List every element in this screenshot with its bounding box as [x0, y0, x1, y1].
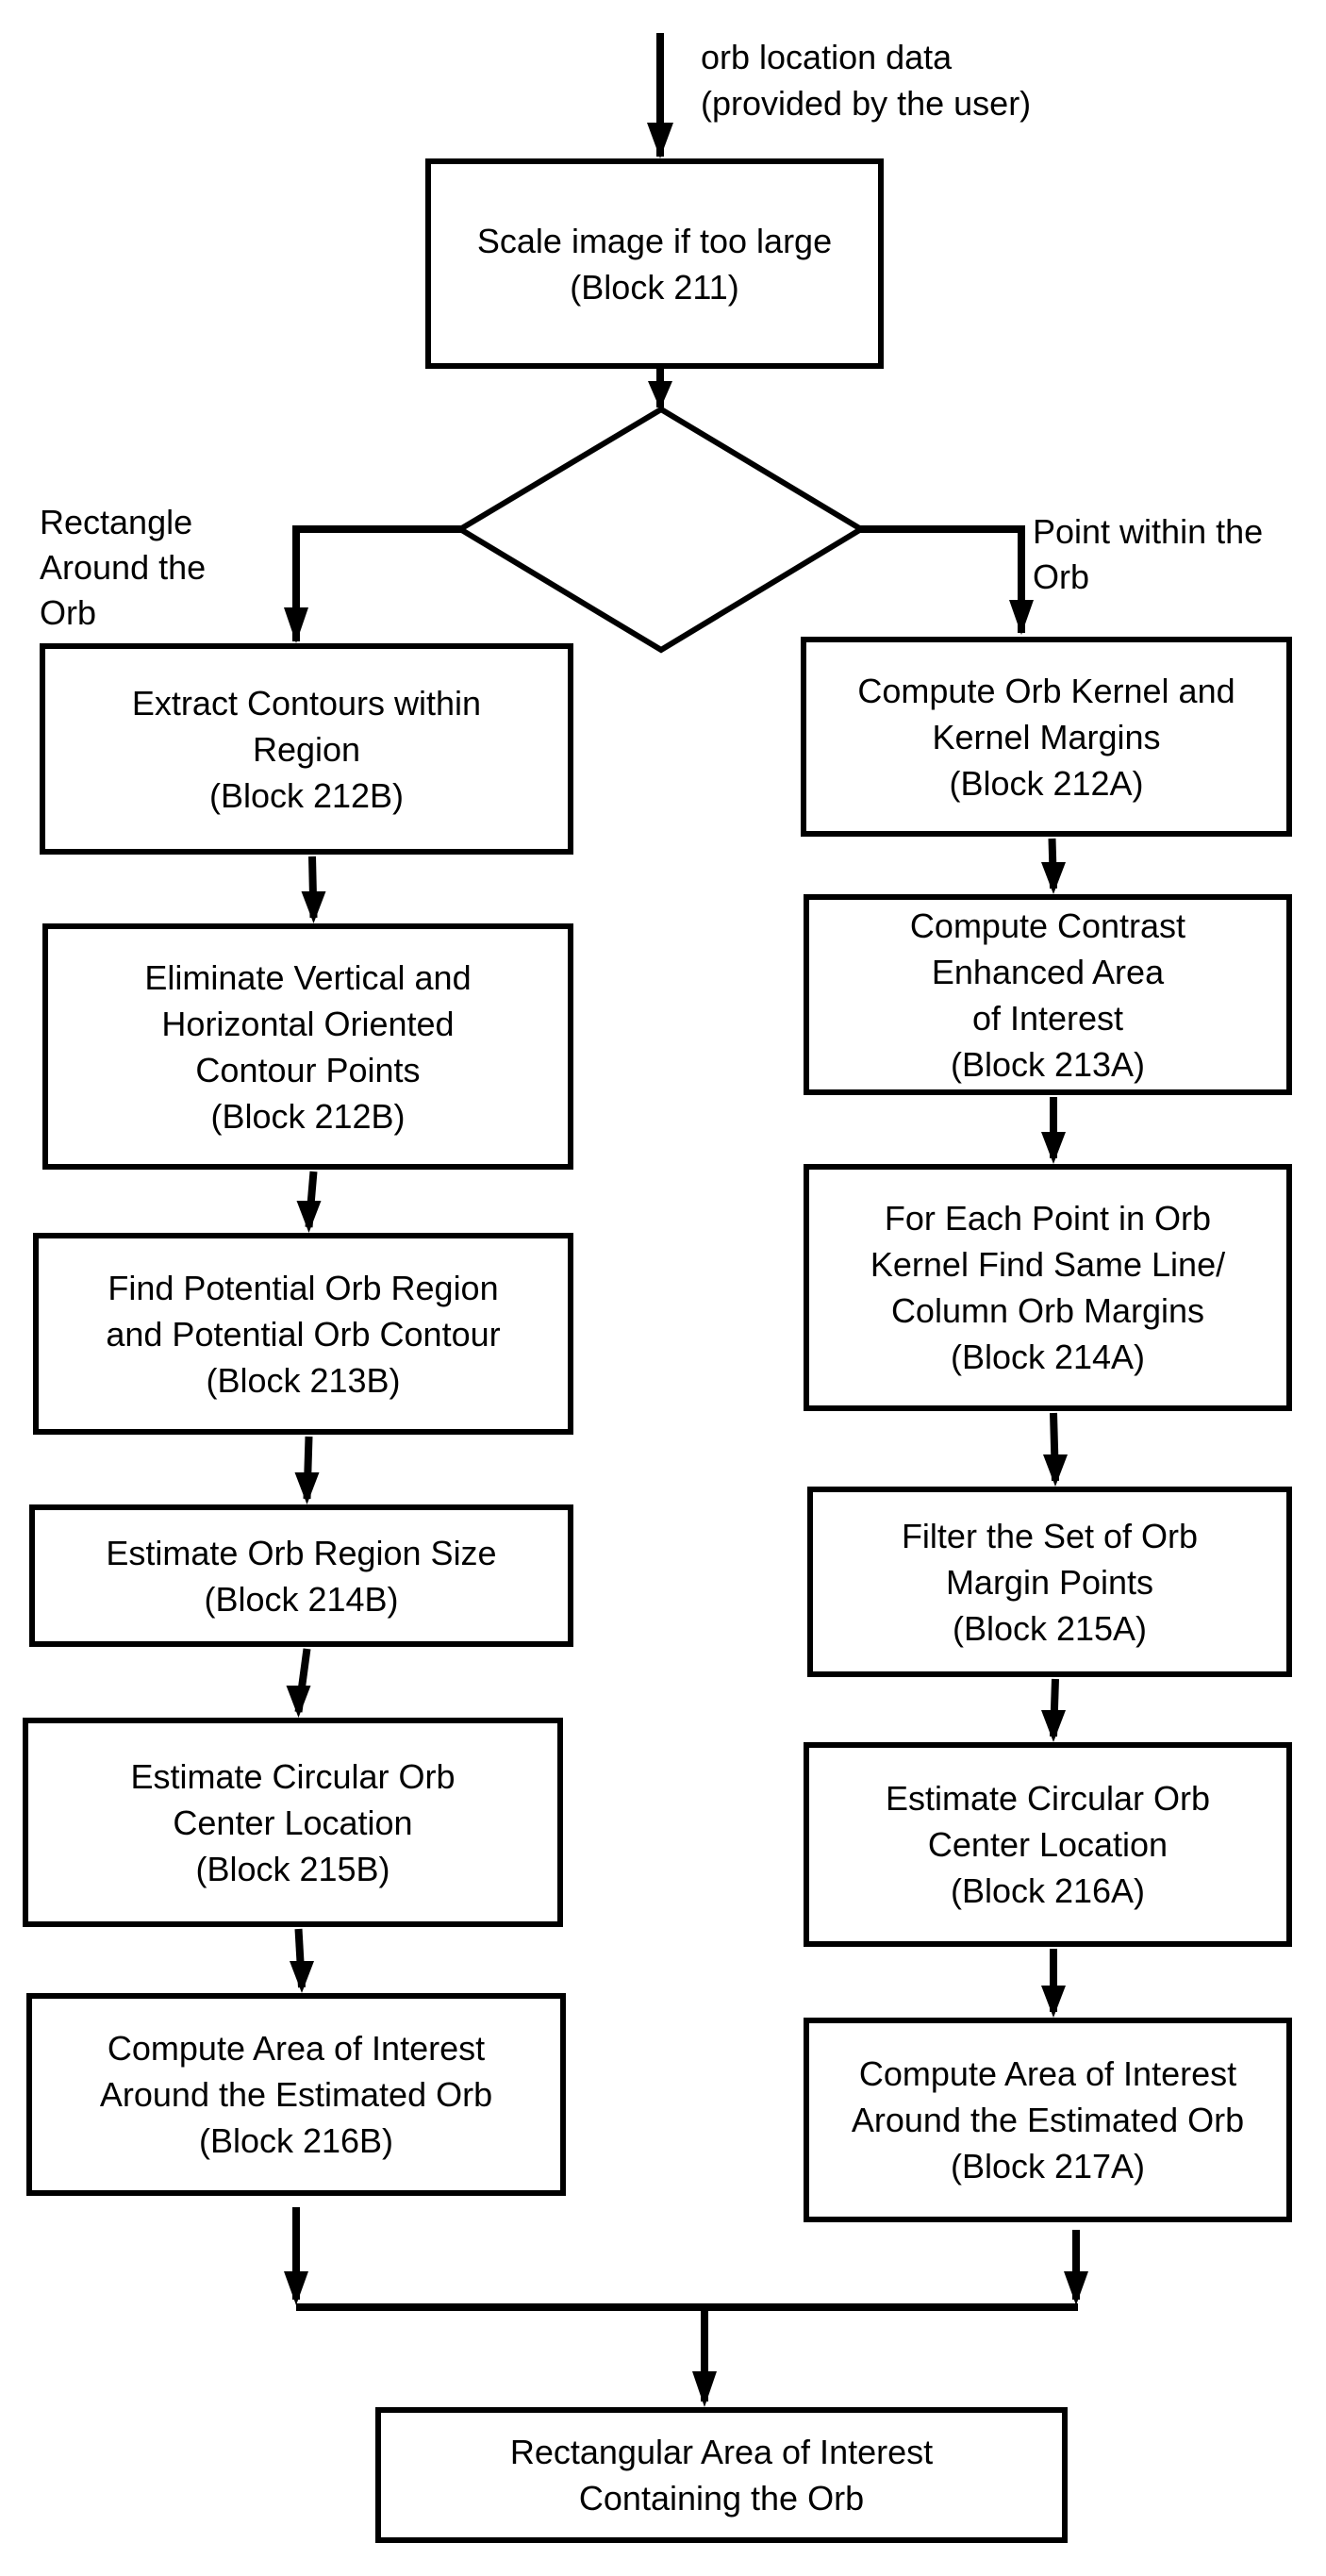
- block-text: Estimate Circular Orb: [130, 1756, 456, 1796]
- arrowhead: [1041, 862, 1066, 894]
- input-label: orb location data (provided by the user): [701, 34, 1031, 126]
- block-216b: Compute Area of Interest Around the Estim…: [26, 1993, 566, 2196]
- block-text: (Block 214B): [204, 1579, 399, 1619]
- arrowhead: [286, 1686, 311, 1718]
- block-215b: Estimate Circular Orb Center Location (Blo…: [23, 1718, 563, 1927]
- block-text: Compute Area of Interest: [858, 2054, 1237, 2093]
- branch-label-line: Orb: [1033, 557, 1090, 596]
- block-text: Horizontal Oriented: [161, 1004, 455, 1043]
- arrowhead: [648, 381, 672, 409]
- block-213b: Find Potential Orb Region and Potential O…: [33, 1233, 573, 1435]
- arrowhead: [1041, 1132, 1066, 1164]
- block-text: Estimate Circular Orb: [885, 1779, 1211, 1818]
- arrowhead: [1064, 2271, 1088, 2305]
- block-text: (Block 211): [570, 267, 739, 307]
- block-text: Enhanced Area: [931, 952, 1165, 991]
- block-text: Scale image if too large: [476, 221, 833, 260]
- arrowhead: [647, 123, 673, 158]
- right-branch-label: Point within the Orb: [1033, 509, 1263, 600]
- block-text: Containing the Orb: [578, 2479, 865, 2518]
- block-214b: Estimate Orb Region Size (Block 214B): [29, 1504, 573, 1647]
- block-text: For Each Point in Orb: [884, 1199, 1212, 1238]
- block-text: (Block 216A): [950, 1871, 1146, 1910]
- block-text: Rectangular Area of Interest: [509, 2433, 934, 2471]
- block-text: (Block 215B): [195, 1849, 390, 1888]
- block-217a: Compute Area of Interest Around the Estim…: [804, 2018, 1292, 2222]
- block-text: and Potential Orb Contour: [106, 1314, 501, 1354]
- block-213a: Compute Contrast Enhanced Area of Interest…: [804, 894, 1292, 1095]
- block-text: Kernel Find Same Line/: [870, 1245, 1226, 1284]
- arrowhead: [692, 2371, 717, 2407]
- block-212b-2: Eliminate Vertical and Horizontal Oriente…: [42, 923, 573, 1170]
- block-text: (Block 214A): [950, 1338, 1146, 1376]
- block-text: (Block 212B): [210, 1096, 406, 1136]
- block-text: Region: [252, 729, 361, 769]
- arrowhead: [296, 1201, 322, 1233]
- block-text: Eliminate Vertical and: [144, 957, 472, 997]
- end-block: Rectangular Area of Interest Containing …: [375, 2407, 1068, 2543]
- block-215a: Filter the Set of Orb Margin Points (Block…: [807, 1487, 1292, 1677]
- block-text: Find Potential Orb Region: [108, 1268, 499, 1307]
- block-text: (Block 215A): [952, 1608, 1148, 1648]
- block-text: Kernel Margins: [932, 717, 1161, 756]
- branch-label-line: Point within the: [1033, 512, 1264, 551]
- arrowhead: [284, 607, 308, 643]
- arrowhead: [1041, 1710, 1066, 1742]
- arrowhead: [290, 1961, 314, 1993]
- block-text: (Block 217A): [950, 2147, 1146, 2185]
- left-branch-label: Rectangle Around the Orb: [40, 500, 206, 636]
- block-text: of Interest: [971, 998, 1124, 1038]
- left-branch-connector: [292, 525, 464, 641]
- input-label-line: orb location data: [701, 38, 953, 76]
- arrowhead: [284, 2271, 308, 2305]
- block-text: Compute Orb Kernel and: [857, 671, 1235, 710]
- block-211: Scale image if too large (Block 211): [425, 158, 884, 369]
- block-text: (Block 213B): [206, 1360, 401, 1400]
- right-branch-connector: [857, 525, 1025, 633]
- block-text: Contour Points: [195, 1050, 421, 1089]
- block-text: (Block 212B): [208, 775, 405, 815]
- input-label-line: (provided by the user): [701, 84, 1032, 123]
- block-text: Column Orb Margins: [890, 1291, 1205, 1330]
- block-text: Compute Area of Interest: [107, 2029, 486, 2068]
- block-212a: Compute Orb Kernel and Kernel Margins (Blo…: [801, 637, 1292, 837]
- arrowhead: [1043, 1454, 1068, 1487]
- block-text: Filter the Set of Orb: [901, 1516, 1199, 1555]
- block-text: (Block 216B): [198, 2121, 394, 2160]
- block-text: (Block 213A): [950, 1044, 1146, 1084]
- block-text: (Block 212A): [949, 763, 1144, 803]
- arrowhead: [294, 1472, 320, 1504]
- block-214a: For Each Point in Orb Kernel Find Same Li…: [804, 1164, 1292, 1411]
- block-text: Extract Contours within: [131, 683, 482, 723]
- arrowhead: [301, 891, 326, 923]
- block-text: Center Location: [927, 1825, 1169, 1864]
- arrowhead: [1041, 1986, 1066, 2018]
- block-text: Center Location: [173, 1803, 413, 1842]
- branch-label-line: Rectangle: [40, 503, 193, 541]
- branch-label-line: Orb: [40, 593, 97, 632]
- block-text: Around the Estimated Orb: [99, 2075, 493, 2114]
- block-216a: Estimate Circular Orb Center Location (Blo…: [804, 1742, 1292, 1947]
- branch-label-line: Around the: [40, 548, 207, 587]
- arrowhead: [1009, 600, 1034, 635]
- decision-diamond: [455, 406, 867, 654]
- block-text: Margin Points: [945, 1562, 1154, 1602]
- block-212b-1: Extract Contours within Region (Block 212B…: [40, 643, 573, 855]
- block-text: Around the Estimated Orb: [851, 2101, 1245, 2139]
- block-text: Estimate Orb Region Size: [106, 1533, 497, 1572]
- block-text: Compute Contrast: [909, 906, 1186, 945]
